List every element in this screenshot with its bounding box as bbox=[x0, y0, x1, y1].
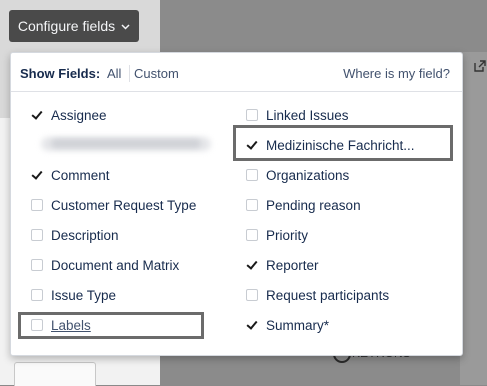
field-issue-type[interactable]: Issue Type bbox=[31, 285, 116, 305]
field-linked-issues[interactable]: Linked Issues bbox=[246, 105, 349, 125]
checkbox[interactable] bbox=[31, 259, 43, 271]
field-label: Reporter bbox=[266, 257, 319, 273]
checkbox[interactable] bbox=[31, 199, 43, 211]
checkbox-checked[interactable] bbox=[31, 169, 43, 181]
field-description[interactable]: Description bbox=[31, 225, 119, 245]
background-card bbox=[14, 362, 96, 386]
popup-header: Show Fields: All Custom Where is my fiel… bbox=[11, 53, 462, 92]
header-divider bbox=[129, 65, 130, 82]
field-label: Issue Type bbox=[51, 287, 117, 303]
checkbox-checked[interactable] bbox=[246, 259, 258, 271]
field-label: Linked Issues bbox=[266, 107, 349, 123]
field-label: Priority bbox=[266, 227, 309, 243]
checkbox[interactable] bbox=[246, 169, 258, 181]
checkbox-checked[interactable] bbox=[246, 319, 258, 331]
chevron-down-icon bbox=[121, 21, 130, 33]
checkbox[interactable] bbox=[31, 289, 43, 301]
field-label: Customer Request Type bbox=[51, 197, 197, 213]
field-reporter[interactable]: Reporter bbox=[246, 255, 319, 275]
field-label: Pending reason bbox=[266, 197, 361, 213]
highlight-box bbox=[18, 312, 204, 339]
external-link-icon bbox=[474, 60, 486, 72]
field-label: Summary* bbox=[266, 317, 330, 333]
field-summary[interactable]: Summary* bbox=[246, 315, 329, 335]
field-label: Request participants bbox=[266, 287, 390, 303]
show-custom-link[interactable]: Custom bbox=[134, 66, 179, 81]
highlight-box bbox=[233, 125, 453, 161]
field-label: Organizations bbox=[266, 167, 350, 183]
field-label: Description bbox=[51, 227, 119, 243]
field-label: Comment bbox=[51, 167, 110, 183]
field-document-and-matrix[interactable]: Document and Matrix bbox=[31, 255, 179, 275]
checkbox[interactable] bbox=[31, 229, 43, 241]
field-pending-reason[interactable]: Pending reason bbox=[246, 195, 361, 215]
blurred-field-text bbox=[51, 139, 201, 148]
configure-fields-button[interactable]: Configure fields bbox=[9, 10, 139, 42]
checkbox-checked[interactable] bbox=[31, 109, 43, 121]
field-organizations[interactable]: Organizations bbox=[246, 165, 349, 185]
field-priority[interactable]: Priority bbox=[246, 225, 308, 245]
configure-fields-label: Configure fields bbox=[17, 18, 116, 34]
checkbox[interactable] bbox=[246, 229, 258, 241]
field-customer-request-type[interactable]: Customer Request Type bbox=[31, 195, 196, 215]
checkbox[interactable] bbox=[246, 199, 258, 211]
checkbox[interactable] bbox=[246, 109, 258, 121]
where-is-my-field-link[interactable]: Where is my field? bbox=[343, 66, 450, 81]
show-all-link[interactable]: All bbox=[107, 66, 121, 81]
field-request-participants[interactable]: Request participants bbox=[246, 285, 389, 305]
checkbox[interactable] bbox=[246, 289, 258, 301]
field-assignee[interactable]: Assignee bbox=[31, 105, 107, 125]
field-label: Assignee bbox=[51, 107, 107, 123]
show-fields-label: Show Fields: bbox=[20, 66, 101, 81]
configure-fields-popup: Show Fields: All Custom Where is my fiel… bbox=[10, 52, 463, 356]
field-label: Document and Matrix bbox=[51, 257, 180, 273]
field-comment[interactable]: Comment bbox=[31, 165, 110, 185]
background-right-strip bbox=[460, 52, 487, 385]
